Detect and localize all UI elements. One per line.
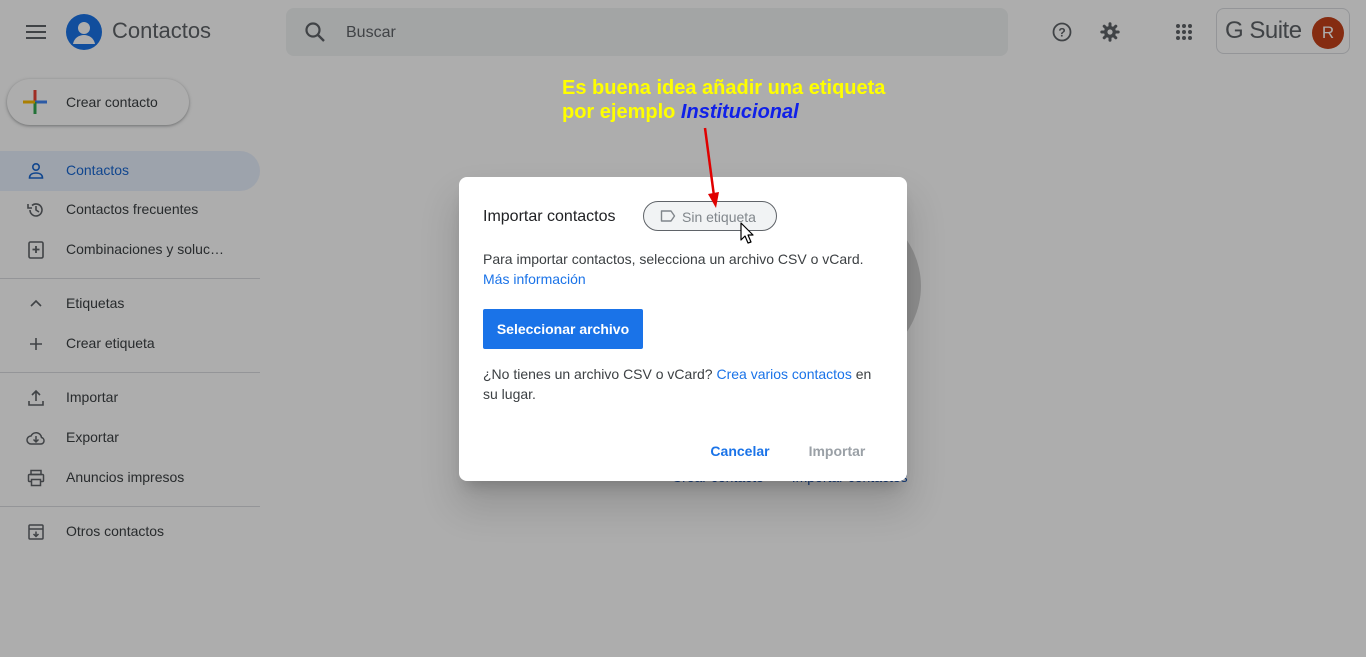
dialog-description: Para importar contactos, selecciona un a… <box>483 249 883 289</box>
no-file-text: ¿No tienes un archivo CSV o vCard? <box>483 366 713 382</box>
import-button[interactable]: Importar <box>797 433 877 469</box>
red-arrow-icon <box>703 127 719 208</box>
annotation-line-1: Es buena idea añadir una etiqueta <box>562 77 886 99</box>
mouse-pointer-icon <box>740 222 754 244</box>
tutorial-annotation: Es buena idea añadir una etiqueta por ej… <box>562 76 885 124</box>
create-multiple-contacts-link[interactable]: Crea varios contactos <box>716 366 851 382</box>
annotation-line-2-prefix: por ejemplo <box>562 101 676 123</box>
annotation-emphasis: Institucional <box>680 101 799 123</box>
no-file-hint: ¿No tienes un archivo CSV o vCard? Crea … <box>483 364 883 404</box>
more-info-link[interactable]: Más información <box>483 271 586 287</box>
import-contacts-dialog: Importar contactos Sin etiqueta Para imp… <box>459 177 907 481</box>
select-file-button[interactable]: Seleccionar archivo <box>483 309 643 349</box>
description-text: Para importar contactos, selecciona un a… <box>483 251 864 267</box>
dialog-title: Importar contactos <box>483 208 616 225</box>
cancel-button[interactable]: Cancelar <box>703 433 777 469</box>
label-icon <box>660 210 676 222</box>
